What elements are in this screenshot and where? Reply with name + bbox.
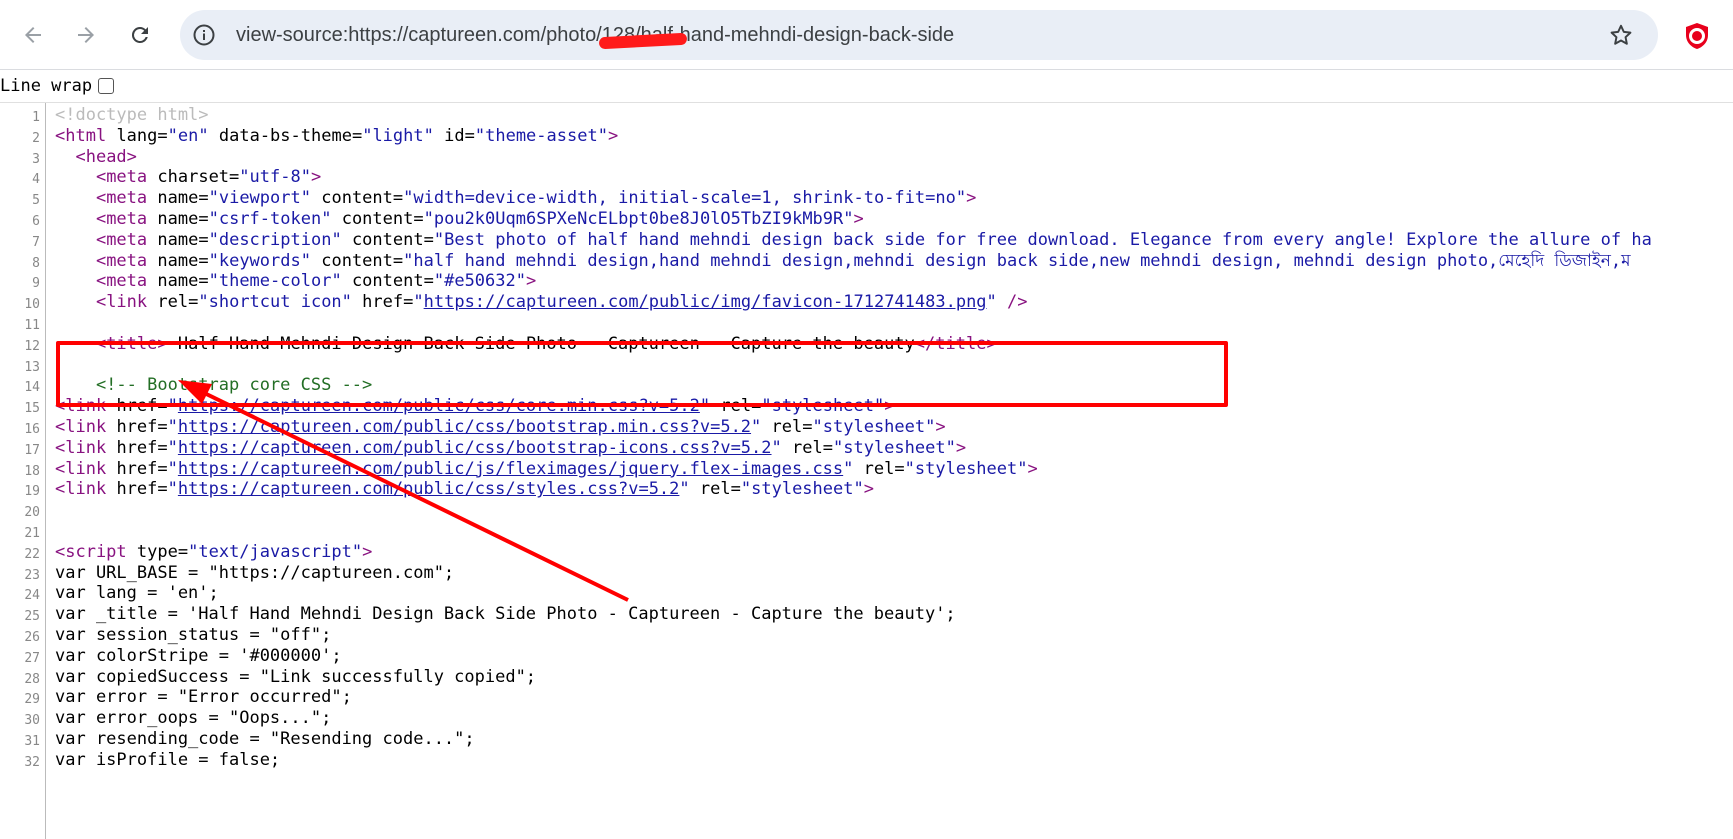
reload-icon	[131, 26, 148, 43]
back-arrow-icon	[25, 27, 41, 43]
source-line: 21	[0, 520, 1733, 543]
line-code: var error = "Error occurred";	[55, 687, 352, 708]
line-code: <script type="text/javascript">	[55, 541, 373, 562]
line-code: <link href="https://captureen.com/public…	[55, 479, 874, 500]
source-line: 20	[0, 499, 1733, 522]
line-code: <html lang="en" data-bs-theme="light" id…	[55, 125, 619, 146]
source-line: 10 <link rel="shortcut icon" href="https…	[0, 291, 1733, 314]
source-line: 4 <meta charset="utf-8">	[0, 166, 1733, 189]
source-line: 7 <meta name="description" content="Best…	[0, 229, 1733, 252]
source-line: 19 <link href="https://captureen.com/publ…	[0, 478, 1733, 501]
source-line: 22 <script type="text/javascript">	[0, 541, 1733, 564]
source-line: 11	[0, 312, 1733, 335]
line-code: var colorStripe = '#000000';	[55, 645, 342, 666]
source-view: 1 <!doctype html> 2 <html lang="en" data-bs…	[0, 102, 1733, 839]
line-code: var _title = 'Half Hand Mehndi Design Ba…	[55, 604, 956, 625]
line-code: var session_status = "off";	[55, 625, 332, 645]
line-code: <link rel="shortcut icon" href="https://…	[95, 292, 1028, 313]
info-icon[interactable]	[192, 23, 216, 47]
star-icon[interactable]	[1608, 22, 1634, 48]
forward-arrow-icon	[78, 27, 94, 43]
browser-toolbar: view-source:https://captureen.com/photo/…	[0, 0, 1733, 70]
source-line: 28 var copiedSuccess = "Link successfully…	[0, 666, 1733, 689]
line-code: <meta name="theme-color" content="#e5063…	[95, 271, 537, 292]
line-wrap-label: Line wrap	[0, 76, 93, 96]
source-line: 30 var error_oops = "Oops...";	[0, 707, 1733, 730]
line-wrap-checkbox[interactable]	[98, 78, 115, 94]
line-code: <meta charset="utf-8">	[95, 167, 322, 188]
line-code: var URL_BASE = "https://captureen.com";	[55, 562, 455, 583]
source-line: 16 <link href="https://captureen.com/publ…	[0, 416, 1733, 439]
line-code: var isProfile = false;	[55, 749, 281, 770]
line-number: 32	[24, 754, 40, 770]
source-line: 23 var URL_BASE = "https://captureen.com"…	[0, 562, 1733, 585]
source-line: 18 <link href="https://captureen.com/publ…	[0, 458, 1733, 481]
title-highlight-box	[56, 341, 1228, 407]
source-line: 26 var session_status = "off";	[0, 624, 1733, 647]
back-button[interactable]	[13, 15, 53, 55]
reload-button[interactable]	[120, 15, 160, 55]
line-code: var error_oops = "Oops...";	[55, 708, 332, 729]
source-line: 25 var _title = 'Half Hand Mehndi Design …	[0, 603, 1733, 626]
line-code: <meta name="viewport" content="width=dev…	[95, 188, 977, 209]
source-line: 6 <meta name="csrf-token" content="pou2k…	[0, 208, 1733, 231]
line-code: <link href="https://captureen.com/public…	[55, 417, 946, 437]
url-text[interactable]: view-source:https://captureen.com/photo/…	[236, 10, 954, 60]
line-code: <!doctype html>	[55, 105, 209, 125]
address-bar[interactable]: view-source:https://captureen.com/photo/…	[180, 10, 1658, 60]
line-code: <link href="https://captureen.com/public…	[55, 458, 1038, 479]
line-code: <link href="https://captureen.com/public…	[55, 437, 967, 458]
source-line: 29 var error = "Error occurred";	[0, 686, 1733, 709]
source-line: 5 <meta name="viewport" content="width=d…	[0, 187, 1733, 210]
shield-extension-icon[interactable]	[1682, 21, 1712, 51]
line-wrap-control: Line wrap	[0, 72, 115, 100]
line-code: var lang = 'en';	[55, 583, 219, 604]
line-code: <meta name="description" content="Best p…	[95, 229, 1652, 250]
line-code: var resending_code = "Resending code..."…	[55, 729, 475, 749]
source-line: 32 var isProfile = false;	[0, 749, 1733, 772]
line-code: <head>	[75, 146, 137, 167]
source-line: 3 <head>	[0, 146, 1733, 169]
source-line: 8 <meta name="keywords" content="half ha…	[0, 250, 1733, 273]
source-line: 2 <html lang="en" data-bs-theme="light" i…	[0, 125, 1733, 148]
line-code: <meta name="keywords" content="half hand…	[95, 250, 1631, 271]
source-line: 1 <!doctype html>	[0, 104, 1733, 127]
source-line: 24 var lang = 'en';	[0, 582, 1733, 605]
source-line: 17 <link href="https://captureen.com/publ…	[0, 437, 1733, 460]
source-line: 9 <meta name="theme-color" content="#e50…	[0, 270, 1733, 293]
source-line: 27 var colorStripe = '#000000';	[0, 645, 1733, 668]
forward-button[interactable]	[66, 15, 106, 55]
source-line: 31 var resending_code = "Resending code..…	[0, 728, 1733, 751]
line-code: var copiedSuccess = "Link successfully c…	[55, 666, 537, 687]
line-code: <meta name="csrf-token" content="pou2k0U…	[95, 209, 864, 229]
